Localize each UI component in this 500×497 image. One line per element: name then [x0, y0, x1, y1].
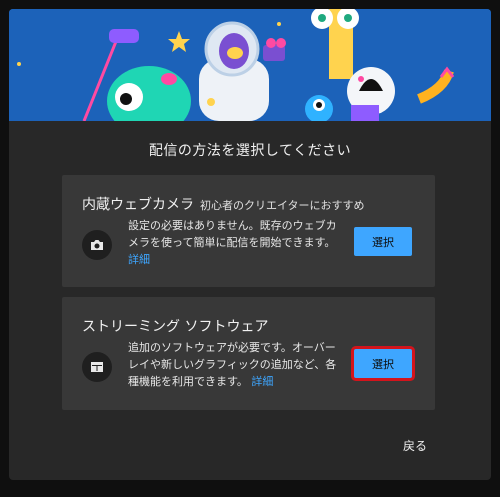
card-title: ストリーミング ソフトウェア	[82, 319, 269, 335]
description-text: 設定の必要はありません。既存のウェブカメラを使って簡単に配信を開始できます。	[128, 219, 337, 249]
recommendation-text: 初心者のクリエイターにおすすめ	[200, 199, 365, 212]
select-button-highlighted[interactable]: 選択	[354, 349, 412, 378]
stream-method-dialog: 配信の方法を選択してください 内蔵ウェブカメラ 初心者のクリエイターにおすすめ 設…	[9, 9, 491, 480]
option-description: 設定の必要はありません。既存のウェブカメラを使って簡単に配信を開始できます。 詳…	[128, 217, 343, 268]
dialog-title: 配信の方法を選択してください	[148, 143, 352, 159]
option-card-streaming-software: ストリーミング ソフトウェア 追加のソフトウェアが必要です。オーバーレイや新しい…	[62, 297, 435, 410]
option-card-webcam: 内蔵ウェブカメラ 初心者のクリエイターにおすすめ 設定の必要はありません。既存のウ…	[62, 175, 435, 287]
banner-illustration	[9, 9, 491, 121]
software-window-icon	[82, 352, 112, 382]
camera-icon	[82, 230, 112, 260]
back-button[interactable]: 戻る	[403, 437, 427, 454]
card-title-text: 内蔵ウェブカメラ	[82, 197, 194, 213]
card-title: 内蔵ウェブカメラ 初心者のクリエイターにおすすめ	[82, 194, 365, 214]
details-link[interactable]: 詳細	[128, 253, 150, 266]
select-button[interactable]: 選択	[354, 227, 412, 256]
option-description: 追加のソフトウェアが必要です。オーバーレイや新しいグラフィックの追加など、各種機…	[128, 339, 343, 390]
details-link[interactable]: 詳細	[251, 375, 273, 388]
description-text: 追加のソフトウェアが必要です。オーバーレイや新しいグラフィックの追加など、各種機…	[128, 341, 337, 388]
